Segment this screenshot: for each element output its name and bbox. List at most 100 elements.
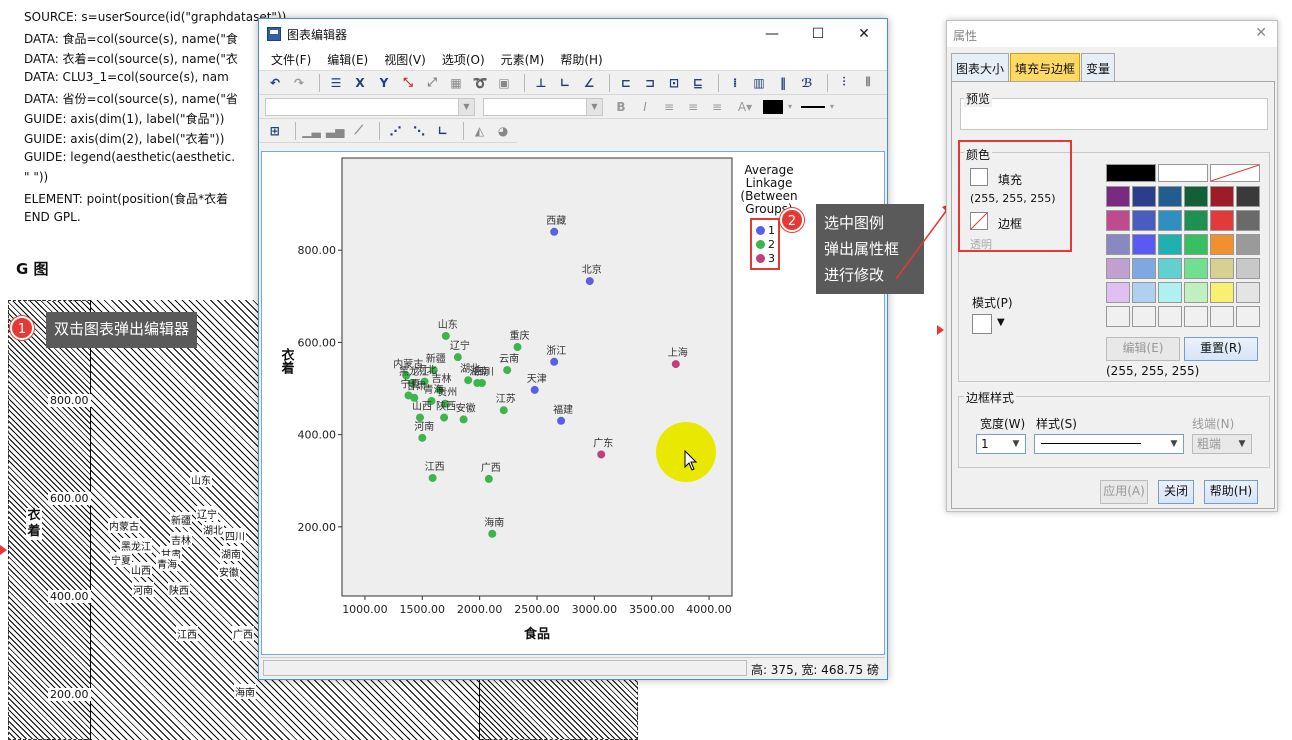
reference-line-icon[interactable]: ⊥ (531, 74, 551, 92)
data-table-icon[interactable]: ▦ (446, 74, 466, 92)
minimize-icon[interactable]: — (749, 19, 795, 49)
color-swatch[interactable] (1132, 234, 1156, 255)
interpolation-icon[interactable]: ∠ (579, 74, 599, 92)
pie-chart-icon[interactable]: ◕ (493, 122, 513, 140)
color-swatch[interactable] (1210, 282, 1234, 303)
border-label[interactable]: 边框 (998, 215, 1022, 232)
color-swatch[interactable] (1132, 306, 1156, 327)
color-swatch[interactable] (1210, 186, 1234, 207)
editor-titlebar[interactable]: 图表编辑器 — ☐ ✕ (259, 19, 887, 49)
close-button[interactable]: 关闭 (1158, 480, 1194, 504)
fill-color-swatch[interactable] (970, 168, 988, 186)
frame-icon[interactable]: ▣ (494, 74, 514, 92)
color-swatch[interactable] (1236, 210, 1260, 231)
color-swatch-white[interactable] (1158, 164, 1208, 182)
data-label-icon[interactable]: ℬ (797, 74, 817, 92)
help-button[interactable]: 帮助(H) (1204, 480, 1258, 504)
color-swatch[interactable] (1106, 234, 1130, 255)
italic-icon[interactable]: I (635, 100, 655, 114)
color-swatch[interactable] (1158, 186, 1182, 207)
properties-icon[interactable]: ☰ (326, 74, 346, 92)
color-swatch[interactable] (1106, 258, 1130, 279)
color-swatch[interactable] (1132, 186, 1156, 207)
menu-view[interactable]: 视图(V) (376, 51, 434, 68)
menu-help[interactable]: 帮助(H) (552, 51, 610, 68)
color-swatch[interactable] (1158, 210, 1182, 231)
color-swatch[interactable] (1132, 258, 1156, 279)
color-swatch[interactable] (1184, 282, 1208, 303)
color-swatch[interactable] (1184, 234, 1208, 255)
color-swatch[interactable] (1184, 186, 1208, 207)
pattern-swatch[interactable] (972, 314, 992, 334)
color-swatch[interactable] (1158, 258, 1182, 279)
color-swatch[interactable] (1184, 210, 1208, 231)
color-swatch[interactable] (1184, 258, 1208, 279)
annotation-icon[interactable]: ⊐ (640, 74, 660, 92)
scatter-icon[interactable]: ⋰ (386, 122, 406, 140)
resize-icon[interactable]: ⤢ (422, 74, 442, 92)
font-family-select[interactable]: ▼ (265, 97, 475, 116)
grid-icon[interactable]: ⁞ (725, 74, 745, 92)
color-swatch-black[interactable] (1106, 164, 1156, 182)
color-swatch[interactable] (1210, 258, 1234, 279)
legend-item[interactable]: 1 (756, 224, 775, 237)
chevron-down-icon[interactable]: ▾ (827, 102, 837, 111)
align-center-icon[interactable]: ≡ (683, 100, 703, 114)
width-select[interactable]: 1 ▼ (976, 434, 1026, 454)
color-swatch[interactable] (1236, 258, 1260, 279)
close-icon[interactable]: ✕ (841, 19, 887, 49)
color-swatch[interactable] (1236, 234, 1260, 255)
stacked-bar-icon[interactable]: ▃▅ (325, 122, 345, 140)
color-swatch[interactable] (1106, 282, 1130, 303)
color-swatch[interactable] (1236, 282, 1260, 303)
color-swatch[interactable] (1106, 210, 1130, 231)
legend-item[interactable]: 3 (756, 252, 775, 265)
color-swatch[interactable] (1106, 306, 1130, 327)
legend-item[interactable]: 2 (756, 238, 775, 251)
close-icon[interactable]: ✕ (1255, 25, 1267, 41)
bar-options-icon[interactable]: ⫴ (858, 74, 878, 92)
color-swatch[interactable] (1210, 210, 1234, 231)
color-swatch[interactable] (1210, 306, 1234, 327)
color-swatch[interactable] (1236, 186, 1260, 207)
cap-select[interactable]: 粗端 ▼ (1192, 434, 1252, 454)
bold-icon[interactable]: B (611, 100, 631, 114)
color-swatch[interactable] (1236, 306, 1260, 327)
color-swatch[interactable] (1158, 306, 1182, 327)
title-icon[interactable]: ⊏ (616, 74, 636, 92)
color-swatch[interactable] (1106, 186, 1130, 207)
textbox-icon[interactable]: ⊡ (664, 74, 684, 92)
fill-label[interactable]: 填充 (998, 171, 1022, 188)
scatter-fit-icon[interactable]: ⋱ (409, 122, 429, 140)
fill-color-swatch[interactable] (763, 99, 783, 114)
maximize-icon[interactable]: ☐ (795, 19, 841, 49)
transparent-label[interactable]: 透明 (970, 236, 992, 252)
scale-icon[interactable]: ⤡ (398, 74, 418, 92)
footnote-icon[interactable]: ⊑ (688, 74, 708, 92)
lasso-icon[interactable]: ➰ (470, 74, 490, 92)
chevron-down-icon[interactable]: ▼ (997, 317, 1005, 328)
border-color-swatch[interactable] (970, 212, 988, 230)
color-swatch[interactable] (1158, 234, 1182, 255)
line-style-icon[interactable] (801, 105, 825, 108)
color-swatch[interactable] (1132, 210, 1156, 231)
text-color-icon[interactable]: A▾ (731, 100, 759, 114)
menu-elements[interactable]: 元素(M) (493, 51, 553, 68)
apply-button[interactable]: 应用(A) (1100, 480, 1148, 504)
line-style-select[interactable]: ▼ (1034, 434, 1184, 454)
legend-icon[interactable]: ‖ (773, 74, 793, 92)
tab-variables[interactable]: 变量 (1081, 53, 1116, 81)
color-swatch-transparent[interactable] (1210, 164, 1260, 182)
bar-chart-icon[interactable]: ▁▃ (302, 122, 322, 140)
menu-file[interactable]: 文件(F) (263, 51, 319, 68)
table-icon[interactable]: ▥ (749, 74, 769, 92)
font-size-select[interactable]: ▼ (483, 97, 603, 116)
reset-button[interactable]: 重置(R) (1184, 337, 1258, 361)
line-chart-icon[interactable]: ⟋ (349, 122, 369, 140)
color-swatch[interactable] (1210, 234, 1234, 255)
fit-line-icon[interactable]: ∟ (555, 74, 575, 92)
area-icon[interactable]: ∟ (433, 122, 453, 140)
align-left-icon[interactable]: ≡ (659, 100, 679, 114)
transpose-icon[interactable]: ⫶ (834, 74, 854, 92)
align-right-icon[interactable]: ≡ (707, 100, 727, 114)
